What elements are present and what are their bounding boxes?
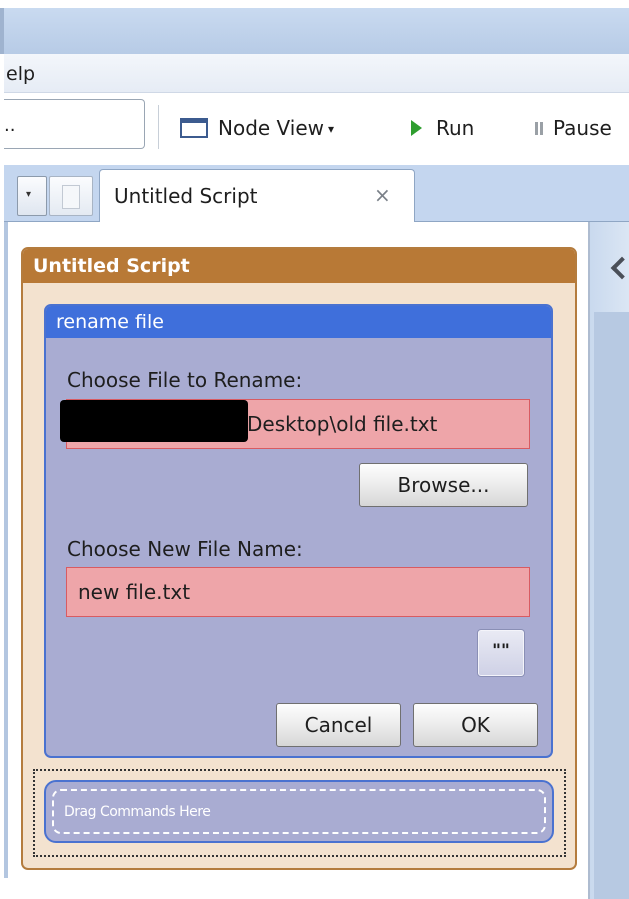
ok-button[interactable]: OK [413, 703, 538, 747]
right-side-panel [588, 222, 629, 899]
new-file-name-value: new file.txt [78, 580, 191, 604]
right-panel-body [594, 312, 629, 899]
title-bar [0, 8, 629, 54]
script-header: Untitled Script [23, 249, 575, 283]
cancel-button[interactable]: Cancel [276, 703, 401, 747]
pause-button[interactable]: Pause [535, 113, 612, 143]
editor-bottom [4, 878, 588, 899]
toolbar-search-box[interactable]: .. [4, 99, 145, 149]
menu-item-help[interactable]: elp [6, 63, 35, 85]
script-title: Untitled Script [33, 255, 190, 277]
window-top-edge [0, 0, 629, 8]
chevron-down-icon: ▾ [328, 122, 335, 136]
toolbar-search-text: .. [4, 115, 16, 136]
toolbar-separator [158, 105, 159, 149]
file-to-rename-value: Desktop\old file.txt [247, 412, 438, 436]
browse-button[interactable]: Browse... [359, 463, 528, 507]
node-view-icon [180, 118, 208, 138]
redaction-box [60, 400, 248, 442]
play-icon [411, 120, 422, 136]
pause-label: Pause [553, 116, 612, 140]
tab-list-dropdown[interactable]: ▾ [17, 176, 47, 216]
tab-label: Untitled Script [114, 184, 258, 208]
new-document-tab-button[interactable] [49, 176, 93, 216]
node-view-label: Node View [218, 116, 325, 140]
chevron-down-icon: ▾ [26, 189, 32, 200]
drop-zone-label: Drag Commands Here [64, 804, 211, 820]
new-file-name-label: Choose New File Name: [67, 537, 303, 561]
chevron-left-icon[interactable] [610, 256, 629, 280]
run-button[interactable]: Run [411, 113, 474, 143]
close-icon[interactable]: × [374, 183, 391, 207]
insert-quotes-button[interactable]: "" [478, 630, 524, 676]
new-file-name-input[interactable]: new file.txt [66, 567, 530, 617]
node-view-button[interactable]: Node View ▾ [180, 113, 334, 143]
drop-zone-inner: Drag Commands Here [52, 789, 546, 834]
run-label: Run [436, 116, 475, 140]
command-header[interactable]: rename file [46, 306, 551, 338]
tab-untitled-script[interactable]: Untitled Script × [99, 169, 415, 223]
document-icon [62, 185, 80, 209]
file-to-rename-label: Choose File to Rename: [67, 368, 303, 392]
command-title: rename file [56, 311, 164, 333]
menu-bar: elp [4, 54, 629, 93]
pause-icon [535, 122, 543, 135]
